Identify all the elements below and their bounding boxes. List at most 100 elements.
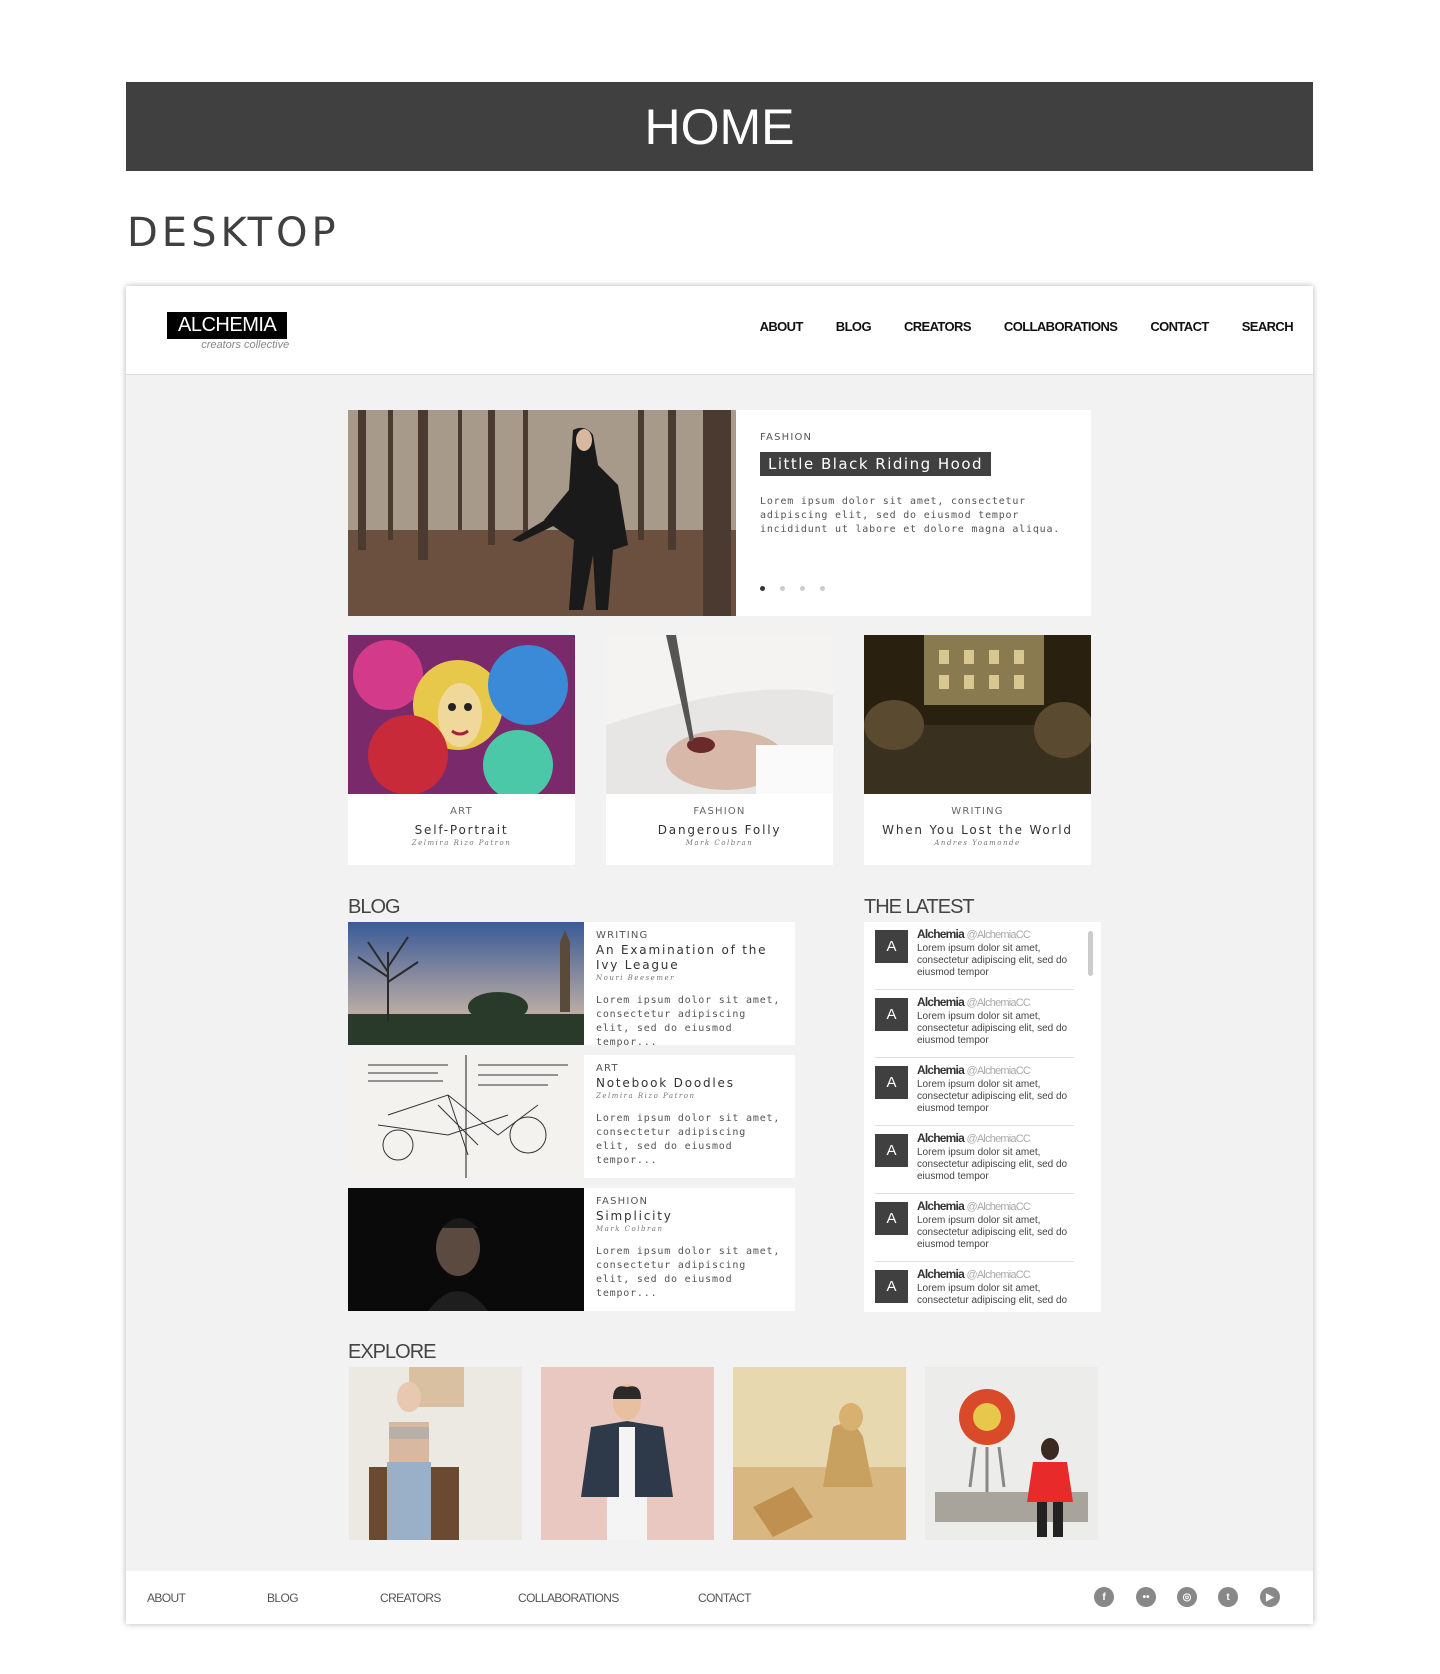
blog-excerpt: Lorem ipsum dolor sit amet, consectetur …: [596, 995, 781, 1048]
tweet-text: Lorem ipsum dolor sit amet, consectetur …: [917, 943, 1068, 978]
tweet-text: Lorem ipsum dolor sit amet, consectetur …: [917, 1147, 1068, 1182]
tweet-name: Alchemia: [917, 927, 965, 941]
tweet-handle[interactable]: @AlchemiaCC: [967, 997, 1031, 1009]
blog-image: [348, 922, 584, 1045]
footer-nav-blog[interactable]: BLOG: [267, 1591, 299, 1605]
logo-tagline: creators collective: [201, 339, 290, 351]
view-label: DESKTOP: [127, 210, 340, 256]
latest-heading: THE LATEST: [864, 896, 975, 918]
feature-card[interactable]: WRITING When You Lost the World Andres Y…: [864, 635, 1091, 865]
blog-title: An Examination of the Ivy League: [596, 943, 768, 972]
page-banner: HOME: [126, 82, 1313, 171]
card-author: Zelmira Rizo Patron: [411, 839, 512, 847]
banner-title: HOME: [644, 98, 795, 155]
twitter-icon[interactable]: t: [1218, 1587, 1238, 1607]
nav-collaborations[interactable]: COLLABORATIONS: [1004, 319, 1118, 334]
tweet[interactable]: A Alchemia @AlchemiaCC Lorem ipsum dolor…: [875, 1262, 1074, 1312]
card-category: ART: [450, 806, 473, 817]
explore-image[interactable]: [541, 1367, 714, 1540]
blog-category: WRITING: [596, 930, 649, 941]
feature-card[interactable]: ART Self-Portrait Zelmira Rizo Patron: [348, 635, 575, 865]
tweet-header: Alchemia @AlchemiaCC: [917, 1131, 1075, 1145]
tweet-text: Lorem ipsum dolor sit amet, consectetur …: [917, 1283, 1068, 1306]
explore-image[interactable]: [925, 1367, 1098, 1540]
nav-search[interactable]: SEARCH: [1242, 319, 1294, 334]
nav-creators[interactable]: CREATORS: [904, 319, 972, 334]
desktop-mockup: ALCHEMIA creators collective ABOUT BLOG …: [126, 286, 1313, 1624]
tweet-avatar: A: [875, 1202, 908, 1235]
tweet-body: Alchemia @AlchemiaCC Lorem ipsum dolor s…: [917, 995, 1075, 1047]
feature-card[interactable]: FASHION Dangerous Folly Mark Colbran: [606, 635, 833, 865]
blog-content: FASHION Simplicity Mark Colbran Lorem ip…: [596, 1196, 786, 1301]
blog-item[interactable]: WRITING An Examination of the Ivy League…: [348, 922, 795, 1048]
footer-nav-creators[interactable]: CREATORS: [380, 1591, 441, 1605]
nav-about[interactable]: ABOUT: [760, 319, 804, 334]
card-category: FASHION: [693, 806, 746, 817]
tweet-header: Alchemia @AlchemiaCC: [917, 995, 1075, 1009]
facebook-icon[interactable]: f: [1094, 1587, 1114, 1607]
instagram-icon[interactable]: ◎: [1177, 1587, 1197, 1607]
flickr-icon[interactable]: ••: [1136, 1587, 1156, 1607]
tweet[interactable]: A Alchemia @AlchemiaCC Lorem ipsum dolor…: [875, 1058, 1074, 1126]
slider-dot-3[interactable]: [800, 586, 805, 591]
footer-nav-about[interactable]: ABOUT: [147, 1591, 186, 1605]
tweet[interactable]: A Alchemia @AlchemiaCC Lorem ipsum dolor…: [875, 922, 1074, 990]
blog-heading: BLOG: [348, 896, 401, 918]
tweet-name: Alchemia: [917, 1267, 965, 1281]
tweet-body: Alchemia @AlchemiaCC Lorem ipsum dolor s…: [917, 1131, 1075, 1183]
hero-slider: FASHION Little Black Riding Hood Lorem i…: [348, 410, 1091, 616]
hero-content: FASHION Little Black Riding Hood Lorem i…: [760, 432, 1070, 537]
site-header: ALCHEMIA creators collective ABOUT BLOG …: [126, 286, 1313, 375]
tweet-text: Lorem ipsum dolor sit amet, consectetur …: [917, 1011, 1068, 1046]
tweet-avatar: A: [875, 1270, 908, 1303]
blog-item[interactable]: FASHION Simplicity Mark Colbran Lorem ip…: [348, 1188, 795, 1311]
tweet-body: Alchemia @AlchemiaCC Lorem ipsum dolor s…: [917, 927, 1075, 979]
tweet-header: Alchemia @AlchemiaCC: [917, 1063, 1075, 1077]
site-logo[interactable]: ALCHEMIA creators collective: [167, 312, 290, 351]
blog-author: Mark Colbran: [596, 1225, 664, 1233]
explore-image[interactable]: [349, 1367, 522, 1540]
tweet-handle[interactable]: @AlchemiaCC: [967, 1065, 1031, 1077]
card-author: Andres Yoamonde: [934, 839, 1021, 847]
tweet-avatar: A: [875, 930, 908, 963]
tweet-name: Alchemia: [917, 1199, 965, 1213]
card-image: [348, 635, 575, 794]
tweet-body: Alchemia @AlchemiaCC Lorem ipsum dolor s…: [917, 1267, 1075, 1307]
tweet-name: Alchemia: [917, 1063, 965, 1077]
hero-image[interactable]: [348, 410, 736, 616]
tweet[interactable]: A Alchemia @AlchemiaCC Lorem ipsum dolor…: [875, 1126, 1074, 1194]
nav-contact[interactable]: CONTACT: [1150, 319, 1209, 334]
hero-title[interactable]: Little Black Riding Hood: [760, 452, 992, 476]
slider-dot-1[interactable]: [760, 586, 765, 591]
hero-description: Lorem ipsum dolor sit amet, consectetur …: [760, 496, 1061, 535]
tweet-handle[interactable]: @AlchemiaCC: [967, 1201, 1031, 1213]
footer-nav-contact[interactable]: CONTACT: [698, 1591, 752, 1605]
hero-category: FASHION: [760, 432, 813, 443]
feed-scrollbar[interactable]: [1088, 931, 1093, 976]
tweet-handle[interactable]: @AlchemiaCC: [967, 929, 1031, 941]
slider-dots: [760, 586, 825, 591]
card-image: [606, 635, 833, 794]
tweet[interactable]: A Alchemia @AlchemiaCC Lorem ipsum dolor…: [875, 990, 1074, 1058]
tweet-header: Alchemia @AlchemiaCC: [917, 1199, 1075, 1213]
tweet-body: Alchemia @AlchemiaCC Lorem ipsum dolor s…: [917, 1199, 1075, 1251]
blog-item[interactable]: ART Notebook Doodles Zelmira Rizo Patron…: [348, 1055, 795, 1178]
slider-dot-4[interactable]: [820, 586, 825, 591]
slider-dot-2[interactable]: [780, 586, 785, 591]
blog-excerpt: Lorem ipsum dolor sit amet, consectetur …: [596, 1246, 781, 1299]
card-author: Mark Colbran: [685, 839, 754, 847]
footer-nav-collaborations[interactable]: COLLABORATIONS: [518, 1591, 619, 1605]
blog-image: [348, 1188, 584, 1311]
youtube-icon[interactable]: ▶: [1260, 1587, 1280, 1607]
blog-title: Simplicity: [596, 1209, 673, 1223]
tweet-avatar: A: [875, 998, 908, 1031]
tweet-handle[interactable]: @AlchemiaCC: [967, 1133, 1031, 1145]
tweet-text: Lorem ipsum dolor sit amet, consectetur …: [917, 1079, 1068, 1114]
blog-content: WRITING An Examination of the Ivy League…: [596, 930, 786, 1050]
twitter-feed[interactable]: A Alchemia @AlchemiaCC Lorem ipsum dolor…: [864, 922, 1101, 1312]
tweet-handle[interactable]: @AlchemiaCC: [967, 1269, 1031, 1281]
explore-image[interactable]: [733, 1367, 906, 1540]
tweet[interactable]: A Alchemia @AlchemiaCC Lorem ipsum dolor…: [875, 1194, 1074, 1262]
blog-title: Notebook Doodles: [596, 1076, 735, 1090]
nav-blog[interactable]: BLOG: [836, 319, 872, 334]
